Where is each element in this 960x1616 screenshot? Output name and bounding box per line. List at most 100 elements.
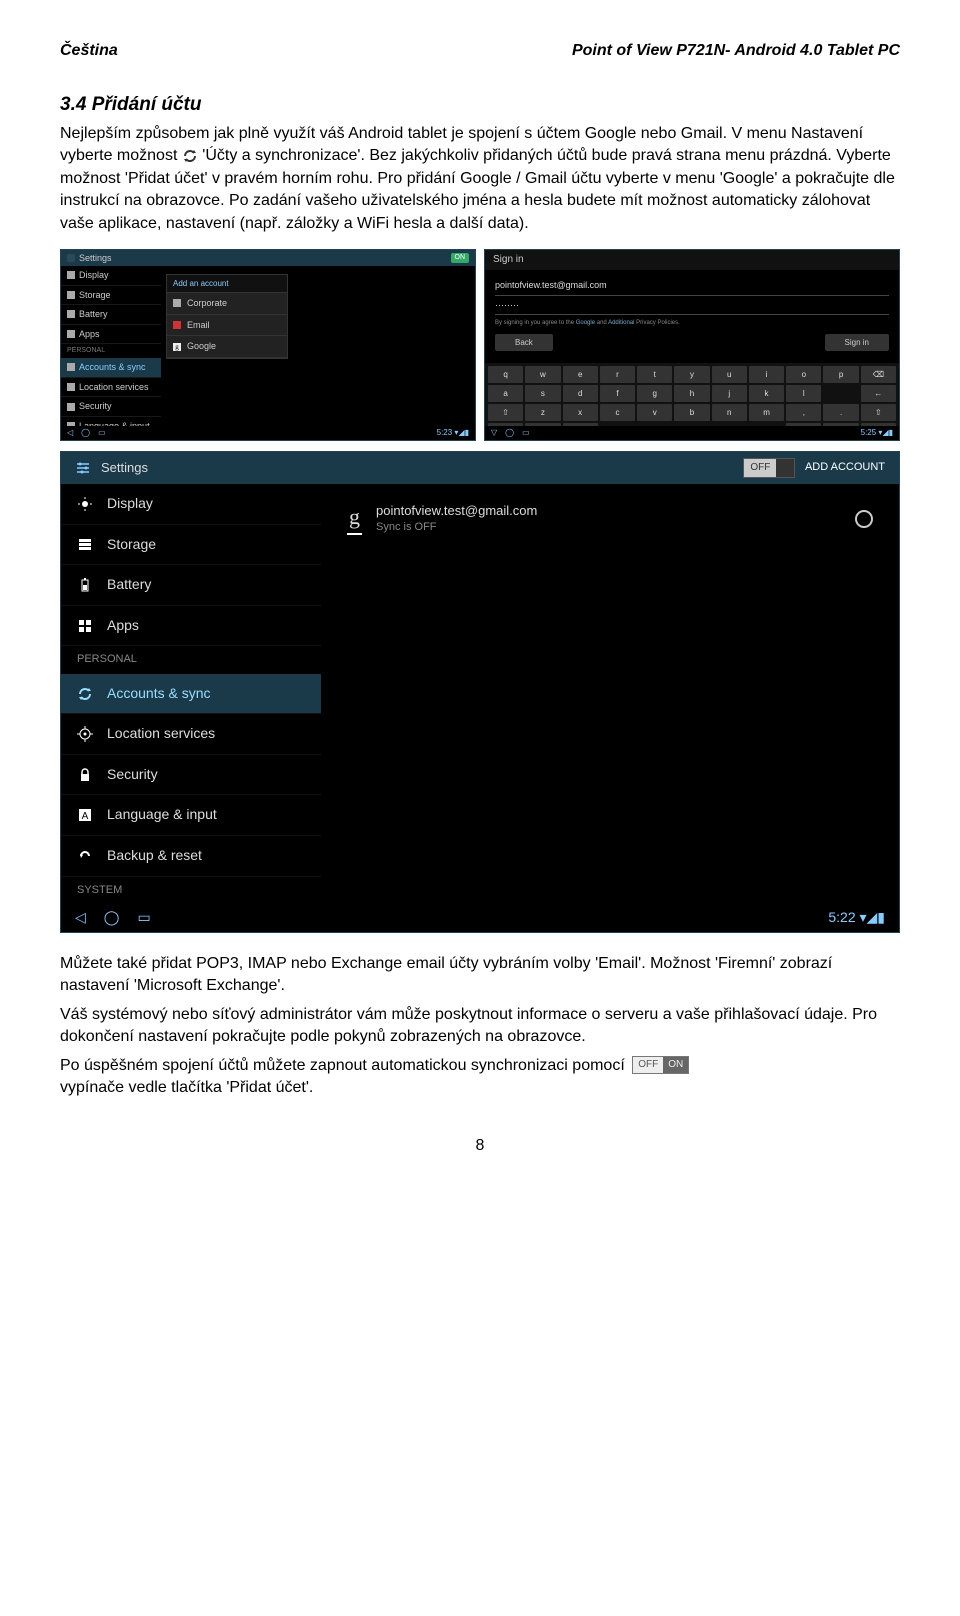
key[interactable]: u xyxy=(712,366,747,383)
key[interactable]: r xyxy=(600,366,635,383)
sidebar-item[interactable]: Battery xyxy=(61,305,161,325)
key[interactable]: ← xyxy=(861,385,896,402)
key[interactable]: s xyxy=(525,385,560,402)
storage-icon xyxy=(77,536,93,552)
key[interactable]: ⇧ xyxy=(861,404,896,421)
sidebar-item-battery[interactable]: Battery xyxy=(61,565,321,606)
terms-link-additional[interactable]: Additional xyxy=(608,320,634,326)
corporate-icon xyxy=(173,299,181,307)
key[interactable]: q xyxy=(488,366,523,383)
key[interactable]: o xyxy=(786,366,821,383)
key[interactable]: v xyxy=(637,404,672,421)
key[interactable]: m xyxy=(749,404,784,421)
sidebar-item-location[interactable]: Location services xyxy=(61,714,321,755)
key[interactable]: y xyxy=(674,366,709,383)
personal-header: PERSONAL xyxy=(61,344,161,358)
account-row[interactable]: g pointofview.test@gmail.com Sync is OFF xyxy=(347,502,873,536)
recent-icon[interactable]: ▭ xyxy=(137,908,150,928)
screenshot-accounts-sync: Settings OFF ADD ACCOUNT Display Storage… xyxy=(60,451,900,933)
sidebar-item-security[interactable]: Security xyxy=(61,755,321,796)
popup-option-google[interactable]: gGoogle xyxy=(167,336,287,358)
svg-text:A: A xyxy=(82,811,89,822)
add-account-popup: Add an account Corporate Email gGoogle xyxy=(166,274,288,359)
sidebar-item-apps[interactable]: Apps xyxy=(61,606,321,647)
key[interactable]: h xyxy=(674,385,709,402)
recent-icon[interactable]: ▭ xyxy=(98,427,106,438)
settings-title: Settings xyxy=(101,459,148,477)
back-icon[interactable]: ▽ xyxy=(491,427,497,438)
paragraph-toggle: Po úspěšném spojení účtů můžete zapnout … xyxy=(60,1055,900,1100)
doc-title: Point of View P721N- Android 4.0 Tablet … xyxy=(572,40,900,62)
sidebar-item-backup[interactable]: Backup & reset xyxy=(61,836,321,877)
key[interactable]: e xyxy=(563,366,598,383)
popup-option-corporate[interactable]: Corporate xyxy=(167,293,287,315)
key[interactable]: ⇧ xyxy=(488,404,523,421)
language-icon: A xyxy=(77,807,93,823)
sidebar-item[interactable]: Storage xyxy=(61,286,161,306)
settings-sidebar: Display Storage Battery Apps PERSONAL Ac… xyxy=(61,484,321,904)
add-account-button[interactable]: ADD ACCOUNT xyxy=(805,460,885,475)
settings-title: Settings xyxy=(79,252,112,265)
key[interactable]: f xyxy=(600,385,635,402)
popup-option-email[interactable]: Email xyxy=(167,315,287,337)
display-icon xyxy=(67,271,75,279)
back-icon[interactable]: ◁ xyxy=(75,908,86,928)
password-field[interactable]: ········ xyxy=(495,296,889,316)
sidebar-item-accounts[interactable]: Accounts & sync xyxy=(61,358,161,378)
key[interactable]: w xyxy=(525,366,560,383)
sidebar-item-storage[interactable]: Storage xyxy=(61,525,321,566)
battery-icon xyxy=(77,577,93,593)
system-header: SYSTEM xyxy=(61,877,321,904)
battery-icon xyxy=(67,310,75,318)
key[interactable]: n xyxy=(712,404,747,421)
key[interactable]: x xyxy=(563,404,598,421)
key[interactable]: l xyxy=(786,385,821,402)
clock: 5:25 xyxy=(861,428,877,437)
google-icon: g xyxy=(347,502,362,535)
key[interactable]: a xyxy=(488,385,523,402)
sidebar-item[interactable]: Display xyxy=(61,266,161,286)
key[interactable]: ⌫ xyxy=(861,366,896,383)
lock-icon xyxy=(77,767,93,783)
key[interactable]: p xyxy=(823,366,858,383)
key[interactable]: t xyxy=(637,366,672,383)
sync-status-icon xyxy=(855,510,873,528)
key[interactable]: c xyxy=(600,404,635,421)
email-icon xyxy=(173,321,181,329)
back-button[interactable]: Back xyxy=(495,334,553,351)
back-icon[interactable]: ◁ xyxy=(67,427,73,438)
sync-toggle[interactable]: OFF xyxy=(743,458,795,478)
key[interactable]: . xyxy=(823,404,858,421)
home-icon[interactable]: ◯ xyxy=(104,908,120,928)
location-icon xyxy=(67,383,75,391)
key[interactable]: k xyxy=(749,385,784,402)
google-icon: g xyxy=(173,343,181,351)
key[interactable]: d xyxy=(563,385,598,402)
home-icon[interactable]: ◯ xyxy=(505,427,514,438)
signin-button[interactable]: Sign in xyxy=(825,334,889,351)
sidebar-item[interactable]: Security xyxy=(61,397,161,417)
sync-icon xyxy=(67,363,75,371)
sidebar-item[interactable]: Location services xyxy=(61,378,161,398)
sidebar-item[interactable]: Apps xyxy=(61,325,161,345)
sliders-icon xyxy=(75,460,91,476)
key[interactable]: g xyxy=(637,385,672,402)
signin-title: Sign in xyxy=(485,250,899,270)
intro-paragraph: Nejlepším způsobem jak plně využít váš A… xyxy=(60,123,900,235)
recent-icon[interactable]: ▭ xyxy=(522,427,530,438)
nav-bar: ◁◯▭ 5:23 ▾◢▮ xyxy=(61,426,475,440)
storage-icon xyxy=(67,291,75,299)
sidebar-item-accounts[interactable]: Accounts & sync xyxy=(61,674,321,715)
key[interactable]: z xyxy=(525,404,560,421)
terms-link-google[interactable]: Google xyxy=(576,320,595,326)
home-icon[interactable]: ◯ xyxy=(81,427,90,438)
sidebar-item-display[interactable]: Display xyxy=(61,484,321,525)
key[interactable]: j xyxy=(712,385,747,402)
sidebar-item-language[interactable]: ALanguage & input xyxy=(61,795,321,836)
key[interactable]: b xyxy=(674,404,709,421)
key[interactable]: , xyxy=(786,404,821,421)
email-field[interactable]: pointofview.test@gmail.com xyxy=(495,276,889,296)
on-toggle[interactable]: ON xyxy=(451,253,470,263)
nav-bar: ◁ ◯ ▭ 5:22 ▾◢▮ xyxy=(61,904,899,932)
key[interactable]: i xyxy=(749,366,784,383)
